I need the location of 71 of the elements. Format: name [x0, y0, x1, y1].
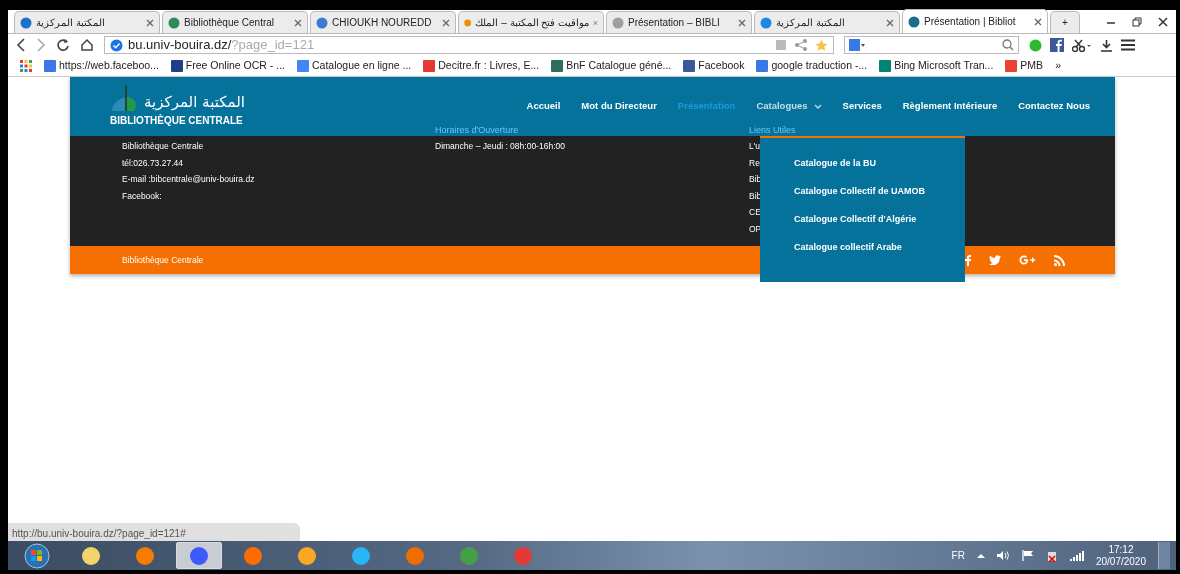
reload-icon[interactable] — [56, 38, 70, 52]
logo-arabic-text: المكتبة المركزية — [144, 91, 245, 113]
bookmark-link[interactable]: Catalogue en ligne ... — [297, 58, 412, 74]
nav-link[interactable]: Mot du Directeur — [581, 99, 657, 114]
nav-link[interactable]: Services — [842, 99, 882, 114]
chat-icon[interactable] — [1029, 38, 1042, 52]
contact-text: tél:026.73.27.44 — [122, 156, 184, 170]
language-indicator[interactable]: FR — [951, 548, 965, 563]
nav-link[interactable]: Catalogues — [756, 99, 822, 114]
close-icon[interactable] — [1158, 17, 1168, 27]
rss-icon[interactable] — [1054, 254, 1065, 266]
browser-tab[interactable]: المكتبة المركزية — [14, 11, 160, 33]
nav-link[interactable]: Contactez Nous — [1018, 99, 1090, 114]
apps-grid-icon[interactable] — [20, 60, 32, 72]
secure-icon — [110, 38, 123, 52]
bookmark-link[interactable]: Facebook — [683, 58, 745, 74]
menu-icon[interactable] — [1121, 39, 1135, 51]
contact-text: Facebook: — [122, 189, 163, 203]
bookmark-link[interactable]: Decitre.fr : Livres, E... — [423, 58, 540, 74]
back-icon[interactable] — [16, 38, 26, 52]
bookmark-link[interactable]: Bing Microsoft Tran... — [879, 58, 994, 74]
contact-text: E-mail :bibcentrale@univ-bouira.dz — [122, 173, 256, 186]
footer-heading: Liens Utiles — [749, 124, 796, 137]
browser-tab[interactable]: المكتبة المركزية — [754, 11, 900, 33]
contact-text: Bibliothèque Centrale — [122, 140, 205, 153]
bookmark-link[interactable]: BnF Catalogue géné... — [551, 58, 672, 74]
close-icon[interactable] — [1034, 17, 1042, 26]
start-button[interactable] — [24, 542, 50, 569]
logo-text: BIBLIOTHÈQUE CENTRALE — [110, 113, 243, 128]
browser-tab[interactable]: Présentation | Bibliot — [902, 9, 1048, 33]
search-field[interactable] — [844, 36, 1019, 54]
power-icon[interactable] — [1045, 549, 1058, 562]
home-icon[interactable] — [80, 38, 94, 52]
taskbar-app-button[interactable] — [176, 542, 222, 569]
star-icon[interactable] — [815, 38, 828, 52]
new-tab-button[interactable]: + — [1050, 11, 1080, 33]
bookmark-link[interactable]: https://web.faceboo... — [44, 58, 159, 74]
browser-tab[interactable]: CHIOUKH NOUREDD — [310, 11, 456, 33]
bookmark-link[interactable]: Free Online OCR - ... — [170, 58, 285, 74]
restore-icon[interactable] — [1132, 17, 1142, 27]
clock[interactable]: 17:12 20/07/2020 — [1095, 543, 1146, 568]
bookmark-link[interactable]: PMB — [1005, 58, 1044, 74]
share-icon[interactable] — [795, 39, 807, 51]
chevron-up-icon[interactable] — [976, 553, 985, 558]
nav-link[interactable]: Accueil — [526, 99, 561, 114]
nav-link[interactable]: Règlement Intérieure — [902, 99, 998, 114]
dropdown-item[interactable]: Catalogue de la BU — [794, 157, 965, 171]
twitter-icon[interactable] — [989, 255, 1001, 265]
address-bar[interactable]: bu.univ-bouira.dz/?page_id=121 — [104, 36, 834, 54]
google-icon — [849, 39, 865, 51]
dropdown-item[interactable]: Catalogue Collectif de UAMOB — [794, 185, 965, 199]
search-icon — [1002, 39, 1014, 51]
google-plus-icon[interactable] — [1019, 255, 1036, 265]
status-url: http://bu.univ-bouira.dz/?page_id=121# — [8, 523, 300, 541]
more-bookmarks-button[interactable]: » — [1055, 58, 1061, 74]
dropdown-item[interactable]: Catalogue collectif Arabe — [794, 241, 965, 255]
facebook-icon[interactable] — [965, 254, 971, 266]
browser-tab[interactable]: Présentation – BIBLI — [606, 11, 752, 33]
scissors-icon[interactable] — [1072, 38, 1092, 52]
signal-icon[interactable] — [1069, 550, 1084, 561]
speaker-icon[interactable] — [996, 550, 1010, 561]
bookmark-link[interactable]: google traduction -... — [756, 58, 868, 74]
footer-heading: Horaires d'Ouverture — [435, 124, 520, 137]
browser-tab[interactable]: Bibliothèque Central — [162, 11, 308, 33]
download-icon[interactable] — [1100, 38, 1113, 52]
dropdown-item[interactable]: Catalogue Collectif d'Algérie — [794, 213, 965, 227]
hours-text: Dimanche – Jeudi : 08h:00-16h:00 — [435, 140, 566, 153]
facebook-icon[interactable] — [1050, 38, 1064, 52]
copyright-text: Bibliothèque Centrale — [122, 253, 204, 267]
browser-tab[interactable]: مواقيت فتح المكتبة – الملك — [458, 11, 604, 33]
flag-icon[interactable] — [1021, 550, 1034, 561]
